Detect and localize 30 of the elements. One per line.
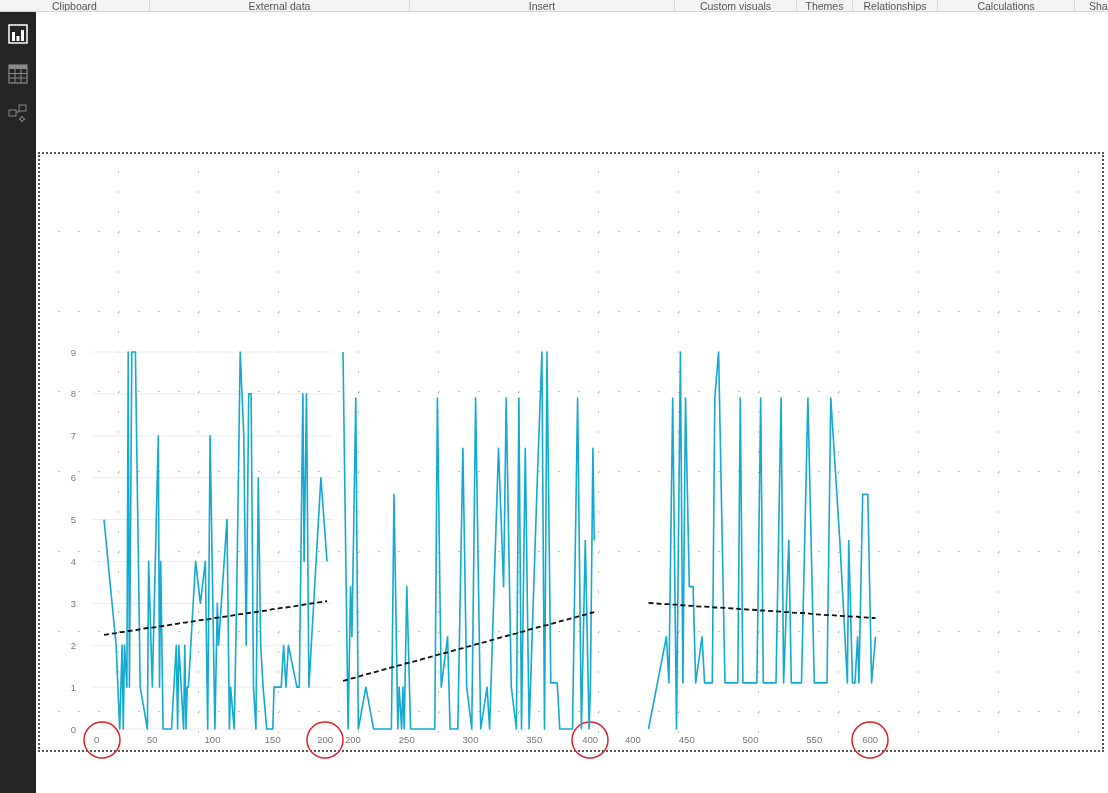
axis-label: 400 (582, 734, 598, 745)
axis-label: 350 (526, 734, 543, 745)
axis-label: 8 (70, 388, 76, 400)
axis-label: 7 (70, 430, 76, 442)
bar-chart-icon[interactable] (8, 24, 28, 44)
table-icon[interactable] (8, 64, 28, 84)
axis-label: 250 (398, 734, 415, 745)
axis-label: 600 (862, 734, 878, 745)
ribbon-group-label: Sha (1088, 0, 1108, 11)
axis-label: 0 (94, 734, 100, 745)
axis-label: 4 (70, 555, 76, 567)
axis-label: 100 (204, 734, 221, 745)
axis-label: 200 (317, 734, 333, 745)
axis-label: 400 (625, 734, 641, 745)
axis-label: 300 (462, 734, 479, 745)
axis-label: 50 (146, 734, 158, 745)
axis-label: 2 (70, 639, 76, 651)
axis-label: 5 (70, 514, 76, 526)
axis-label: 6 (70, 472, 76, 484)
model-icon[interactable] (8, 104, 28, 124)
axis-label: 1 (70, 681, 76, 693)
axis-label: 0 (70, 723, 76, 735)
axis-label: 200 (345, 734, 361, 745)
axis-label: 500 (742, 734, 759, 745)
axis-label: 3 (70, 597, 76, 609)
axis-label: 150 (264, 734, 281, 745)
axis-label: 450 (678, 734, 695, 745)
visual-container[interactable] (38, 152, 1104, 752)
axis-label: 550 (806, 734, 823, 745)
axis-label: 9 (70, 346, 76, 358)
